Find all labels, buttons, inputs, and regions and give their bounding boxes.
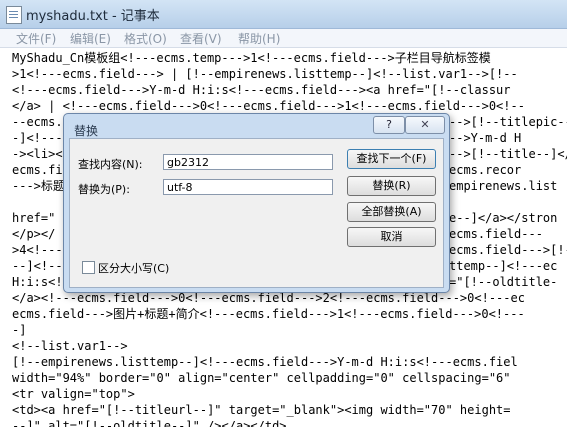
help-button[interactable]: ? xyxy=(373,116,405,134)
editor-line: href=" xyxy=(12,211,56,225)
editor-line-fragment: ecms.field--->[!- xyxy=(449,243,567,257)
editor-line: width="94%" border="0" align="center" ce… xyxy=(12,371,511,385)
editor-line: -] xyxy=(12,323,27,337)
match-case-label: 区分大小写(C) xyxy=(98,262,170,275)
editor-line: </p></ xyxy=(12,227,56,241)
editor-line: MyShadu_Cn模板组<!---ecms.temp--->1<!---ecm… xyxy=(12,51,491,65)
editor-line: </a> | <!---ecms.field--->0<!---ecms.fie… xyxy=(12,99,525,113)
notepad-icon xyxy=(6,6,22,24)
editor-line-fragment: -->Y-m-d H xyxy=(449,131,522,145)
replace-all-button[interactable]: 全部替换(A) xyxy=(347,202,436,222)
menu-help[interactable]: 帮助(H) xyxy=(238,30,280,47)
editor-line-fragment: empirenews.list xyxy=(449,179,558,193)
editor-line: <!---ecms.field--->Y-m-d H:i:s<!---ecms.… xyxy=(12,83,511,97)
find-next-button[interactable]: 查找下一个(F) xyxy=(347,149,436,169)
find-input[interactable] xyxy=(163,154,333,170)
replace-label: 替换为(P): xyxy=(78,183,130,196)
menu-bar: 文件(F) 编辑(E) 格式(O) 查看(V) 帮助(H) xyxy=(0,29,567,48)
editor-line: --->标题 xyxy=(12,179,65,193)
editor-line-fragment: ecms.field--- xyxy=(449,227,543,241)
menu-file[interactable]: 文件(F) xyxy=(16,30,56,47)
editor-line-fragment: e--]</a></stron xyxy=(449,211,558,225)
replace-button[interactable]: 替换(R) xyxy=(347,176,436,196)
replace-input[interactable] xyxy=(163,179,333,195)
window-title: myshadu.txt - 记事本 xyxy=(26,9,160,24)
editor-line: [!--empirenews.listtemp--]<!---ecms.fiel… xyxy=(12,355,518,369)
editor-line-fragment: -->[!--titlepic--] xyxy=(449,115,567,129)
replace-dialog: 替换 ? ✕ 查找内容(N): 替换为(P): 查找下一个(F) 替换(R) 全… xyxy=(63,113,450,293)
dialog-title: 替换 xyxy=(74,124,99,138)
close-button[interactable]: ✕ xyxy=(405,116,445,134)
editor-line-fragment: ecms.recor xyxy=(449,163,522,177)
editor-line: <!--list.var1--> xyxy=(12,339,128,353)
editor-line: <td><a href="[!--titleurl--]" target="_b… xyxy=(12,403,511,417)
editor-line: ecms.field--->图片+标题+简介<!---ecms.field---… xyxy=(12,307,525,321)
editor-line: --]" alt="[!--oldtitle--]" /></a></td> xyxy=(12,419,287,427)
menu-edit[interactable]: 编辑(E) xyxy=(70,30,111,47)
find-label: 查找内容(N): xyxy=(78,158,143,171)
editor-line-fragment: -->[!--title--]</ xyxy=(449,147,567,161)
editor-line: >1<!---ecms.field---> | [!--empirenews.l… xyxy=(12,67,518,81)
cancel-button[interactable]: 取消 xyxy=(347,227,436,247)
menu-format[interactable]: 格式(O) xyxy=(124,30,167,47)
title-bar: myshadu.txt - 记事本 xyxy=(0,0,567,29)
dialog-body: 查找内容(N): 替换为(P): 查找下一个(F) 替换(R) 全部替换(A) … xyxy=(69,138,444,288)
editor-line: <tr valign="top"> xyxy=(12,387,135,401)
editor-line-fragment: ="[!--oldtitle- xyxy=(449,275,558,289)
editor-line-fragment: ttemp--]<!---ec xyxy=(449,259,558,273)
menu-view[interactable]: 查看(V) xyxy=(180,30,222,47)
match-case-checkbox[interactable] xyxy=(82,261,95,274)
